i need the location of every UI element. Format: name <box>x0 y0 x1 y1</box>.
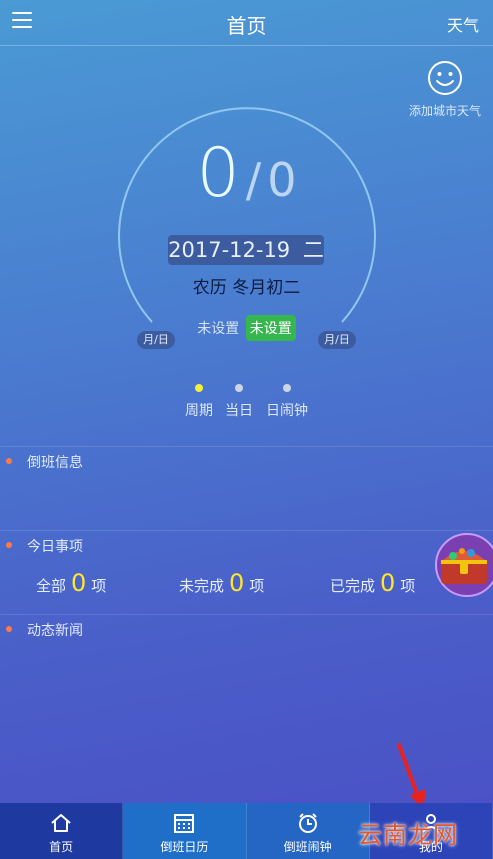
tab-shift-calendar[interactable]: 倒班日历 <box>123 803 247 859</box>
home-icon <box>51 814 71 832</box>
bullet-icon <box>6 626 12 632</box>
tab-home[interactable]: 首页 <box>0 803 124 859</box>
alarm-clock-icon <box>298 813 317 833</box>
tab-label: 首页 <box>49 840 74 854</box>
pager-label-alarm[interactable]: 日闹钟 <box>266 400 308 420</box>
pager-dot-cycle[interactable] <box>195 384 203 392</box>
stat-all[interactable]: 全部 0 项 <box>36 569 106 597</box>
count-separator: / <box>245 153 262 207</box>
count-total: 0 <box>267 153 297 207</box>
stat-label: 已完成 <box>330 577 376 595</box>
bullet-icon <box>6 542 12 548</box>
stat-value: 0 <box>380 569 396 597</box>
pager-dot-alarm[interactable] <box>283 384 291 392</box>
section-title: 动态新闻 <box>27 623 83 639</box>
pager-label-day[interactable]: 当日 <box>225 400 253 420</box>
end-date-badge[interactable]: 月/日 <box>318 331 356 349</box>
lunar-date: 农历 冬月初二 <box>192 278 301 298</box>
unset-status-label: 未设置 <box>197 321 240 337</box>
today-items-section[interactable]: 今日事项 全部 0 项 未完成 0 项 已完成 0 项 <box>0 530 493 613</box>
tab-shift-alarm[interactable]: 倒班闹钟 <box>246 803 370 859</box>
watermark: 云南龙网 <box>358 821 458 849</box>
stat-unit: 项 <box>249 577 265 595</box>
treasure-chest-icon[interactable] <box>431 532 493 598</box>
stat-completed[interactable]: 已完成 0 项 <box>330 569 415 597</box>
tab-label: 倒班闹钟 <box>283 840 332 854</box>
stat-label: 全部 <box>36 577 67 595</box>
section-title: 倒班信息 <box>27 455 83 471</box>
stat-value: 0 <box>229 569 245 597</box>
weather-link[interactable]: 天气 <box>447 12 479 36</box>
shift-counter: 0/0 <box>0 140 493 208</box>
weekday-text: 二 <box>302 238 324 262</box>
add-city-weather-label: 添加城市天气 <box>408 104 481 118</box>
start-date-badge[interactable]: 月/日 <box>137 331 175 349</box>
section-title: 今日事项 <box>27 539 83 555</box>
date-text: 2017-12-19 <box>168 238 291 262</box>
pager-dot-day[interactable] <box>235 384 243 392</box>
stat-value: 0 <box>71 569 87 597</box>
stat-label: 未完成 <box>179 577 225 595</box>
tab-label: 倒班日历 <box>160 840 209 854</box>
bullet-icon <box>6 458 12 464</box>
smile-icon <box>428 61 462 95</box>
stat-unit: 项 <box>91 577 107 595</box>
news-section[interactable]: 动态新闻 <box>0 614 493 695</box>
shift-setting-row: 未设置 未设置 <box>0 315 493 341</box>
current-date[interactable]: 2017-12-19 二 <box>168 235 324 265</box>
shift-info-section[interactable]: 倒班信息 <box>0 446 493 529</box>
count-current: 0 <box>196 134 240 213</box>
calendar-icon <box>174 814 195 833</box>
top-bar: 首页 天气 <box>0 0 493 46</box>
stat-incomplete[interactable]: 未完成 0 项 <box>179 569 264 597</box>
add-city-weather-button[interactable]: 添加城市天气 <box>405 60 485 119</box>
page-title: 首页 <box>226 14 267 38</box>
unset-button[interactable]: 未设置 <box>245 315 296 341</box>
pager-label-cycle[interactable]: 周期 <box>185 400 213 420</box>
stat-unit: 项 <box>400 577 416 595</box>
